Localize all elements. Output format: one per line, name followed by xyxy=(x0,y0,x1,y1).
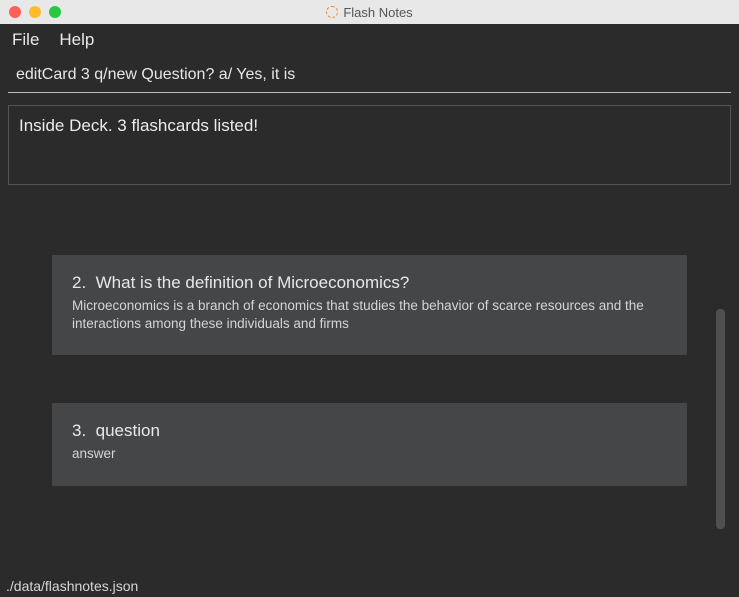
status-text: Inside Deck. 3 flashcards listed! xyxy=(19,116,258,135)
scrollbar-thumb[interactable] xyxy=(716,309,725,529)
footer: ./data/flashnotes.json xyxy=(0,575,739,597)
maximize-icon[interactable] xyxy=(49,6,61,18)
content-area: 2. What is the definition of Microeconom… xyxy=(0,185,739,575)
flashcard-number: 3. xyxy=(72,421,86,440)
flashcard-question-text: question xyxy=(96,421,160,440)
menubar: File Help xyxy=(0,24,739,56)
flashcard-question: 2. What is the definition of Microeconom… xyxy=(72,273,667,293)
flashcard-question: 3. question xyxy=(72,421,667,441)
scrollbar[interactable] xyxy=(716,309,725,529)
traffic-lights xyxy=(0,6,61,18)
flashcard[interactable]: 3. question answer xyxy=(52,403,687,485)
titlebar: Flash Notes xyxy=(0,0,739,24)
command-input[interactable] xyxy=(8,60,731,93)
flashcard-number: 2. xyxy=(72,273,86,292)
flashcard[interactable]: 2. What is the definition of Microeconom… xyxy=(52,255,687,355)
app-window: Flash Notes File Help Inside Deck. 3 fla… xyxy=(0,0,739,597)
app-icon xyxy=(326,6,338,18)
status-panel: Inside Deck. 3 flashcards listed! xyxy=(8,105,731,185)
command-input-wrap xyxy=(0,56,739,93)
minimize-icon[interactable] xyxy=(29,6,41,18)
close-icon[interactable] xyxy=(9,6,21,18)
menu-help[interactable]: Help xyxy=(59,30,94,50)
flashcard-answer: answer xyxy=(72,445,667,463)
footer-path: ./data/flashnotes.json xyxy=(6,578,138,594)
cards-list: 2. What is the definition of Microeconom… xyxy=(52,255,687,486)
flashcard-answer: Microeconomics is a branch of economics … xyxy=(72,297,667,333)
menu-file[interactable]: File xyxy=(12,30,39,50)
window-title-wrap: Flash Notes xyxy=(0,5,739,20)
window-title: Flash Notes xyxy=(343,5,412,20)
flashcard-question-text: What is the definition of Microeconomics… xyxy=(96,273,410,292)
